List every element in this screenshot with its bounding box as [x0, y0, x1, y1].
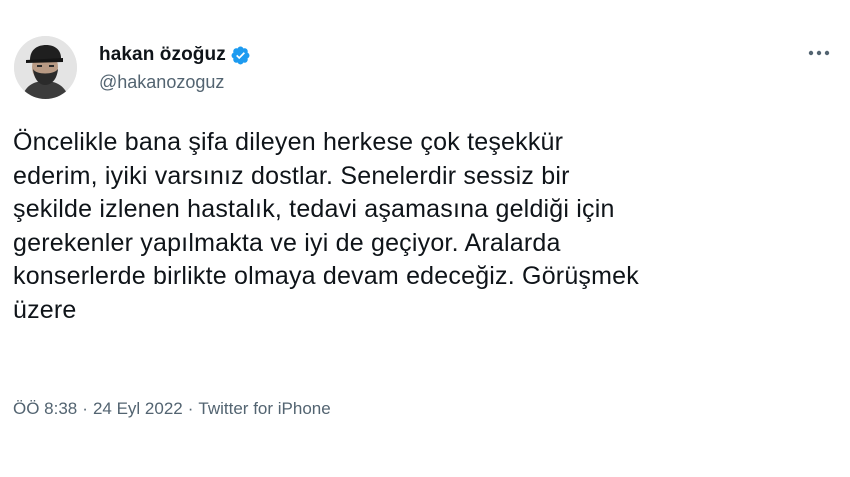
name-row: hakan özoğuz — [99, 42, 251, 68]
user-names: hakan özoğuz @hakanozoguz — [99, 42, 251, 93]
tweet-meta: ÖÖ 8:38 · 24 Eyl 2022 · Twitter for iPho… — [13, 399, 331, 419]
more-options-button[interactable] — [804, 40, 834, 66]
tweet-date[interactable]: 24 Eyl 2022 — [93, 399, 183, 419]
tweet-text: Öncelikle bana şifa dileyen herkese çok … — [13, 128, 639, 324]
avatar[interactable] — [14, 36, 77, 99]
display-name[interactable]: hakan özoğuz — [99, 44, 226, 66]
user-handle[interactable]: @hakanozoguz — [99, 72, 251, 93]
tweet-header: hakan özoğuz @hakanozoguz — [14, 36, 251, 99]
meta-separator: · — [187, 399, 194, 418]
verified-badge-icon — [230, 45, 251, 66]
avatar-image — [14, 36, 77, 99]
tweet-source[interactable]: Twitter for iPhone — [198, 399, 330, 419]
more-horizontal-icon — [808, 50, 830, 56]
tweet-card: hakan özoğuz @hakanozoguz Öncelikle bana… — [0, 0, 850, 477]
meta-separator: · — [82, 399, 88, 418]
tweet-time[interactable]: ÖÖ 8:38 — [13, 399, 77, 419]
